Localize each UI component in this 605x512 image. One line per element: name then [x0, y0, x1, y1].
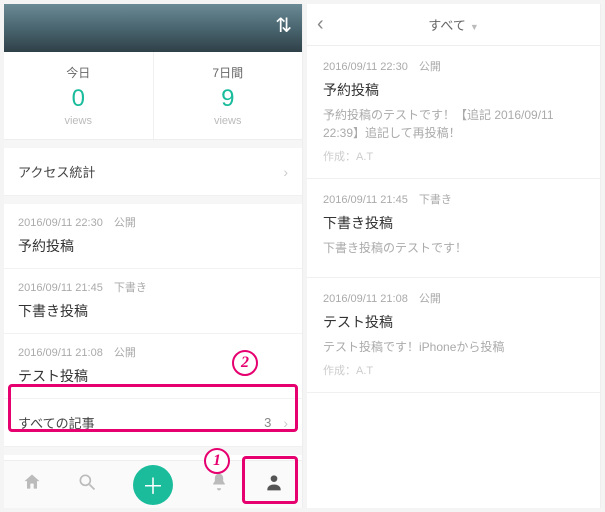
divider — [4, 140, 302, 148]
row-all-posts-label: すべての記事 — [18, 413, 95, 432]
stat-today[interactable]: 今日 0 views — [4, 52, 153, 139]
post-author: 作成：A.T — [323, 148, 584, 164]
tab-bar: ＋ — [4, 460, 302, 508]
post-meta: 2016/09/11 21:45 下書き — [323, 191, 584, 207]
back-icon[interactable]: ‹ — [317, 13, 324, 36]
recent-post[interactable]: 2016/09/11 22:30 公開 予約投稿 — [4, 204, 302, 269]
post-body: 下書き投稿のテストです！ — [323, 239, 584, 257]
hero-banner: ⇅ — [4, 4, 302, 52]
post-body: 予約投稿のテストです！【追記 2016/09/11 22:39】追記して再投稿！ — [323, 106, 584, 142]
right-screen: ‹ すべて ▼ 2016/09/11 22:30 公開 予約投稿 予約投稿のテスト… — [307, 4, 601, 508]
bell-icon[interactable] — [209, 472, 229, 497]
post-title: テスト投稿 — [323, 312, 584, 332]
post-title: 予約投稿 — [323, 80, 584, 100]
stat-week-sub: views — [154, 115, 303, 127]
left-screen: ⇅ 今日 0 views 7日間 9 views アクセス統計 › — [4, 4, 303, 508]
home-icon[interactable] — [22, 472, 42, 497]
post-author: 作成：A.T — [323, 362, 584, 378]
post-item[interactable]: 2016/09/11 21:08 公開 テスト投稿 テスト投稿です！iPhone… — [307, 278, 600, 393]
add-button[interactable]: ＋ — [133, 465, 173, 505]
post-body: テスト投稿です！iPhoneから投稿 — [323, 338, 584, 356]
post-meta: 2016/09/11 22:30 公開 — [18, 214, 288, 230]
right-header-title[interactable]: すべて ▼ — [428, 15, 479, 34]
chevron-down-icon: ▼ — [470, 22, 479, 32]
profile-icon[interactable] — [264, 472, 284, 497]
right-header: ‹ すべて ▼ — [307, 4, 600, 46]
post-meta: 2016/09/11 21:08 公開 — [323, 290, 584, 306]
left-content: 今日 0 views 7日間 9 views アクセス統計 › 2016/09/… — [4, 52, 302, 460]
sort-icon[interactable]: ⇅ — [275, 16, 292, 36]
post-title: 下書き投稿 — [18, 301, 288, 321]
stat-week-label: 7日間 — [154, 64, 303, 81]
stat-week[interactable]: 7日間 9 views — [153, 52, 303, 139]
divider — [4, 447, 302, 455]
post-item[interactable]: 2016/09/11 21:45 下書き 下書き投稿 下書き投稿のテストです！ — [307, 179, 600, 278]
stat-today-label: 今日 — [4, 64, 153, 81]
header-title-text: すべて — [428, 18, 466, 33]
chevron-right-icon: › — [283, 415, 288, 431]
stat-today-value: 0 — [4, 85, 153, 113]
divider — [4, 196, 302, 204]
post-title: 下書き投稿 — [323, 213, 584, 233]
search-icon[interactable] — [77, 472, 97, 497]
stats-panel: 今日 0 views 7日間 9 views — [4, 52, 302, 140]
row-access-stats[interactable]: アクセス統計 › — [4, 148, 302, 196]
row-access-stats-label: アクセス統計 — [18, 162, 95, 181]
annotation-circle-2: 2 — [232, 350, 258, 376]
post-item[interactable]: 2016/09/11 22:30 公開 予約投稿 予約投稿のテストです！【追記 … — [307, 46, 600, 179]
row-all-posts[interactable]: すべての記事 3 › — [4, 399, 302, 447]
recent-post[interactable]: 2016/09/11 21:45 下書き 下書き投稿 — [4, 269, 302, 334]
post-meta: 2016/09/11 22:30 公開 — [323, 58, 584, 74]
post-meta: 2016/09/11 21:45 下書き — [18, 279, 288, 295]
annotation-circle-1: 1 — [204, 448, 230, 474]
post-title: 予約投稿 — [18, 236, 288, 256]
row-all-posts-count: 3 — [264, 415, 271, 430]
stat-week-value: 9 — [154, 85, 303, 113]
chevron-right-icon: › — [283, 164, 288, 180]
stat-today-sub: views — [4, 115, 153, 127]
